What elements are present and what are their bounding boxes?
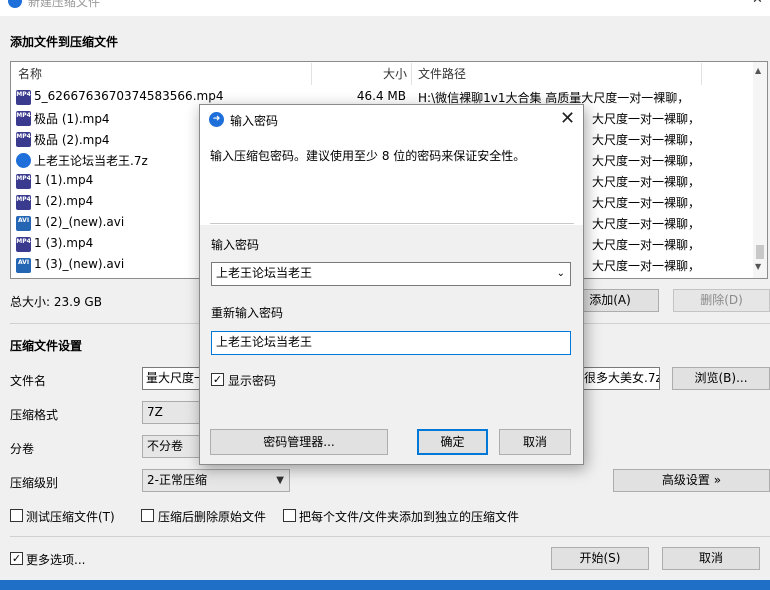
password-dialog: ➜ 输入密码 ✕ 输入压缩包密码。建议使用至少 8 位的密码来保证安全性。 输入…: [199, 104, 584, 465]
file-size: 46.4 MB: [356, 89, 406, 103]
column-separator: [701, 63, 702, 85]
password-input[interactable]: 上老王论坛当老王 ⌄: [211, 262, 571, 286]
divider: [210, 223, 574, 224]
mp4-file-icon: MP4: [16, 90, 31, 105]
taskbar: [0, 580, 770, 590]
show-password-label[interactable]: 显示密码: [228, 372, 276, 389]
avi-file-icon: AVI: [16, 258, 31, 273]
delete-after-checkbox[interactable]: [141, 509, 154, 522]
filename-label: 文件名: [10, 374, 47, 388]
dialog-cancel-button[interactable]: 取消: [499, 429, 571, 455]
add-files-section-title: 添加文件到压缩文件: [10, 35, 119, 49]
split-select-value: 不分卷: [147, 439, 184, 453]
total-size-text: 总大小: 23.9 GB: [10, 295, 102, 309]
file-name: 极品 (2).mp4: [34, 133, 110, 147]
file-path: 大尺度一对一裸聊，: [592, 238, 701, 252]
column-separator: [411, 63, 412, 85]
filename-input[interactable]: 量大尺度一: [142, 367, 202, 390]
file-name: 上老王论坛当老王.7z: [34, 154, 148, 168]
column-separator: [311, 63, 312, 85]
start-button[interactable]: 开始(S): [551, 547, 649, 570]
file-name: 5_6266763670374583566.mp4: [34, 89, 224, 103]
app-logo-icon: ➜: [209, 112, 224, 127]
file-path: 大尺度一对一裸聊，: [592, 175, 701, 189]
scroll-up-icon[interactable]: ▲: [755, 66, 761, 75]
more-options-label[interactable]: 更多选项...: [26, 551, 85, 568]
delete-button[interactable]: 删除(D): [673, 289, 770, 312]
filename-input-visible-end[interactable]: 很多大美女.7z: [580, 367, 660, 390]
level-select[interactable]: 2-正常压缩 ▼: [142, 469, 290, 492]
close-icon[interactable]: ✕: [560, 108, 575, 129]
file-path: 大尺度一对一裸聊，: [592, 196, 701, 210]
main-title-bar: [0, 0, 770, 16]
avi-file-icon: AVI: [16, 216, 31, 231]
mp4-file-icon: MP4: [16, 195, 31, 210]
settings-section-title: 压缩文件设置: [10, 339, 83, 353]
show-password-checkbox[interactable]: ✓: [211, 373, 224, 386]
column-header-size[interactable]: 大小: [383, 63, 407, 85]
advanced-settings-button[interactable]: 高级设置 »: [613, 469, 770, 492]
split-label: 分卷: [10, 442, 35, 456]
format-label: 压缩格式: [10, 408, 59, 422]
file-name: 1 (3).mp4: [34, 236, 94, 250]
format-select-value: 7Z: [147, 405, 163, 419]
delete-after-label[interactable]: 压缩后删除原始文件: [158, 508, 266, 525]
browse-button[interactable]: 浏览(B)...: [672, 367, 770, 390]
file-name: 1 (2).mp4: [34, 194, 94, 208]
file-path: 大尺度一对一裸聊，: [592, 154, 701, 168]
test-archive-checkbox[interactable]: [10, 509, 23, 522]
file-name: 极品 (1).mp4: [34, 112, 110, 126]
file-name: 1 (3)_(new).avi: [34, 257, 125, 271]
reenter-password-label: 重新输入密码: [211, 306, 284, 320]
more-options-checkbox[interactable]: ✓: [10, 552, 23, 565]
file-path: 大尺度一对一裸聊，: [592, 133, 701, 147]
password-label: 输入密码: [211, 238, 260, 252]
column-header-path[interactable]: 文件路径: [418, 63, 466, 85]
level-select-value: 2-正常压缩: [147, 473, 207, 487]
archive-file-icon: [16, 153, 31, 168]
chevron-down-icon[interactable]: ⌄: [557, 263, 565, 284]
split-select[interactable]: 不分卷: [142, 435, 202, 458]
format-select[interactable]: 7Z: [142, 401, 202, 424]
password-input-value: 上老王论坛当老王: [216, 266, 313, 280]
divider: [10, 536, 770, 537]
test-archive-label[interactable]: 测试压缩文件(T): [26, 508, 115, 525]
file-path: 大尺度一对一裸聊，: [592, 259, 701, 273]
ok-button[interactable]: 确定: [417, 429, 488, 455]
dialog-description: 输入压缩包密码。建议使用至少 8 位的密码来保证安全性。: [210, 149, 526, 163]
column-header-name[interactable]: 名称: [18, 63, 42, 85]
password-manager-button[interactable]: 密码管理器...: [210, 429, 388, 455]
chevron-down-icon: ▼: [276, 475, 284, 486]
mp4-file-icon: MP4: [16, 132, 31, 147]
scroll-down-icon[interactable]: ▼: [755, 262, 761, 271]
mp4-file-icon: MP4: [16, 111, 31, 126]
dialog-title: 输入密码: [230, 114, 279, 128]
main-close-icon[interactable]: ✕: [752, 0, 763, 7]
file-path: 大尺度一对一裸聊，: [592, 217, 701, 231]
mp4-file-icon: MP4: [16, 174, 31, 189]
main-window-title: 新建压缩文件: [28, 0, 101, 9]
separate-archives-checkbox[interactable]: [283, 509, 296, 522]
reenter-password-input[interactable]: 上老王论坛当老王: [211, 331, 571, 355]
scroll-thumb[interactable]: [756, 245, 764, 259]
file-path: 大尺度一对一裸聊，: [592, 112, 701, 126]
level-label: 压缩级别: [10, 476, 59, 490]
file-name: 1 (2)_(new).avi: [34, 215, 125, 229]
mp4-file-icon: MP4: [16, 237, 31, 252]
separate-archives-label[interactable]: 把每个文件/文件夹添加到独立的压缩文件: [299, 508, 519, 525]
file-name: 1 (1).mp4: [34, 173, 94, 187]
main-cancel-button[interactable]: 取消: [662, 547, 760, 570]
